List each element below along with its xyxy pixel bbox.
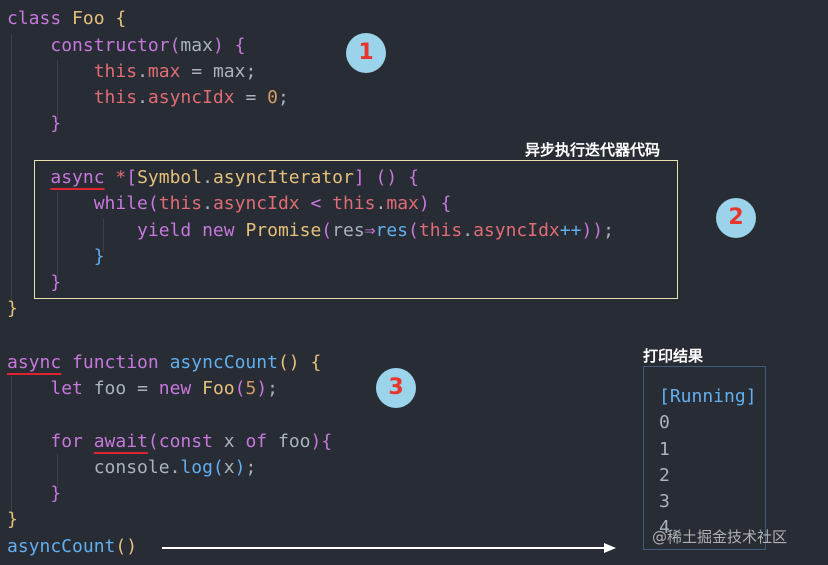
code-line: for await(const x of foo){ (50, 431, 333, 452)
code-line: constructor(max) { (50, 35, 246, 56)
watermark: @稀土掘金技术社区 (652, 528, 788, 546)
output-line: 0 (659, 412, 670, 433)
keyword: const (158, 431, 213, 452)
output-line: 2 (659, 465, 670, 486)
property: asyncIdx (147, 87, 235, 108)
output-title: 打印结果 (643, 347, 704, 365)
identifier: console (93, 457, 170, 478)
identifier: x (223, 431, 235, 452)
this-keyword: this (93, 87, 138, 108)
property: max (147, 61, 181, 82)
code-line: } (50, 483, 62, 504)
function-call: asyncCount (7, 536, 116, 557)
arrow-head-icon (604, 543, 616, 553)
code-line: } (7, 509, 18, 530)
code-line: } (7, 298, 18, 319)
running-label: [Running] (659, 386, 757, 407)
identifier: max (212, 61, 246, 82)
keyword: constructor (50, 35, 170, 56)
code-line: class Foo { (7, 8, 127, 29)
keyword: of (245, 431, 268, 452)
identifier: foo (93, 378, 127, 399)
code-line: this.asyncIdx = 0; (93, 87, 289, 108)
class-name: Foo (202, 378, 235, 399)
async-iterator-highlight-box (34, 160, 678, 299)
async-iterator-note: 异步执行迭代器代码 (525, 141, 661, 159)
keyword: for (50, 431, 83, 452)
number: 5 (245, 378, 257, 399)
code-line: async function asyncCount() { (7, 352, 322, 373)
keyword: async (7, 352, 62, 373)
keyword: function (72, 352, 159, 373)
keyword: await (93, 431, 148, 452)
step-badge-2: 2 (716, 198, 756, 238)
output-line: 3 (659, 491, 670, 512)
class-name: Foo (72, 8, 105, 29)
number: 0 (267, 87, 278, 108)
step-badge-3: 3 (376, 368, 416, 408)
keyword: let (50, 378, 83, 399)
code-line: let foo = new Foo(5); (50, 378, 278, 399)
keyword: new (158, 378, 192, 399)
code-line: } (50, 113, 62, 134)
code-line: console.log(x); (93, 457, 257, 478)
code-line: asyncCount() (7, 536, 138, 557)
function-name: log (180, 457, 213, 478)
code-line: this.max = max; (93, 61, 257, 82)
function-name: asyncCount (169, 352, 278, 373)
param: max (180, 35, 213, 56)
arrow-line (162, 547, 608, 549)
identifier: x (223, 457, 235, 478)
keyword: class (7, 8, 62, 29)
this-keyword: this (93, 61, 138, 82)
output-line: 1 (659, 439, 670, 460)
identifier: foo (278, 431, 311, 452)
step-badge-1: 1 (346, 33, 386, 73)
